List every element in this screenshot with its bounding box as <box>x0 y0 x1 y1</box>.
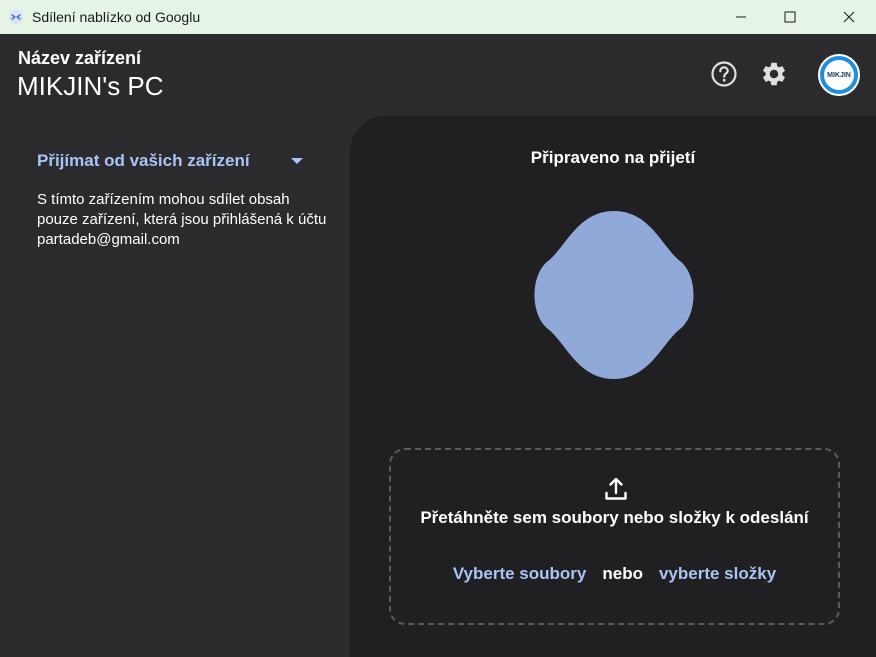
dropdown-arrow-icon <box>291 158 303 164</box>
close-button[interactable] <box>826 0 872 34</box>
receive-option-label: Přijímat od vašich zařízení <box>37 151 250 170</box>
minimize-icon <box>736 16 746 18</box>
help-button[interactable] <box>708 58 740 90</box>
left-panel: Přijímat od vašich zařízení S tímto zaří… <box>0 116 350 657</box>
maximize-icon <box>784 11 796 23</box>
right-panel: Připraveno na přijetí Přetáhněte sem sou… <box>350 116 876 657</box>
title-bar: Sdílení nablízko od Googlu <box>0 0 876 34</box>
upload-icon <box>605 477 627 500</box>
avatar[interactable]: MIKJIN <box>818 54 860 96</box>
nearby-share-icon <box>9 10 23 24</box>
visibility-description: S tímto zařízením mohou sdílet obsah pou… <box>37 191 327 248</box>
gear-icon <box>763 62 785 86</box>
select-links: Vyberte soubory nebo vyberte složky <box>391 564 838 584</box>
device-name: MIKJIN's PC <box>17 71 164 101</box>
device-visibility-blob <box>534 211 694 379</box>
or-text: nebo <box>602 564 643 583</box>
select-files-link[interactable]: Vyberte soubory <box>453 564 587 584</box>
window-title: Sdílení nablízko od Googlu <box>32 9 201 25</box>
device-name-label: Název zařízení <box>18 48 142 68</box>
drop-zone[interactable]: Přetáhněte sem soubory nebo složky k ode… <box>389 448 840 625</box>
drop-instruction: Přetáhněte sem soubory nebo složky k ode… <box>420 508 809 527</box>
select-folders-link[interactable]: vyberte složky <box>659 564 776 584</box>
status-title: Připraveno na přijetí <box>530 148 696 167</box>
device-header: Název zařízení MIKJIN's PC MIKJIN <box>0 34 876 116</box>
settings-button[interactable] <box>758 58 790 90</box>
minimize-button[interactable] <box>718 0 764 34</box>
maximize-button[interactable] <box>767 0 813 34</box>
avatar-logo: MIKJIN <box>824 60 854 90</box>
receive-visibility-dropdown[interactable]: Přijímat od vašich zařízení <box>37 150 307 172</box>
help-icon <box>711 61 737 87</box>
close-icon <box>843 11 855 23</box>
